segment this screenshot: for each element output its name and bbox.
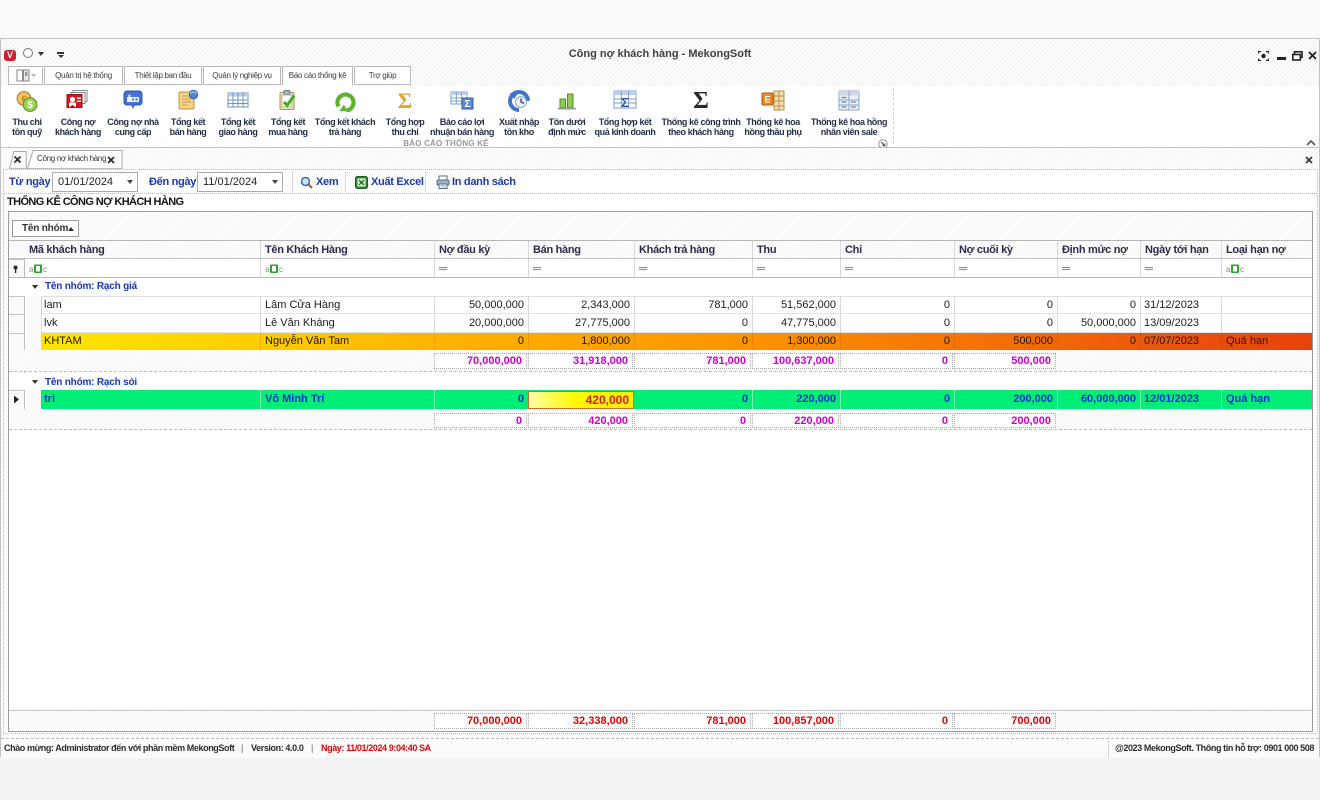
svg-text:Σ: Σ	[464, 99, 470, 110]
svg-text:a: a	[29, 265, 34, 273]
svg-text:a: a	[265, 265, 270, 273]
svg-text:a: a	[1226, 265, 1231, 273]
svg-text:Σ: Σ	[621, 95, 629, 110]
svg-text:c: c	[1240, 265, 1244, 273]
svg-text:Σ: Σ	[398, 90, 412, 112]
svg-text:c: c	[279, 265, 283, 273]
svg-text:Σ: Σ	[693, 89, 709, 112]
svg-text:$: $	[27, 100, 33, 111]
svg-text:E: E	[764, 95, 770, 105]
svg-text:c: c	[43, 265, 47, 273]
